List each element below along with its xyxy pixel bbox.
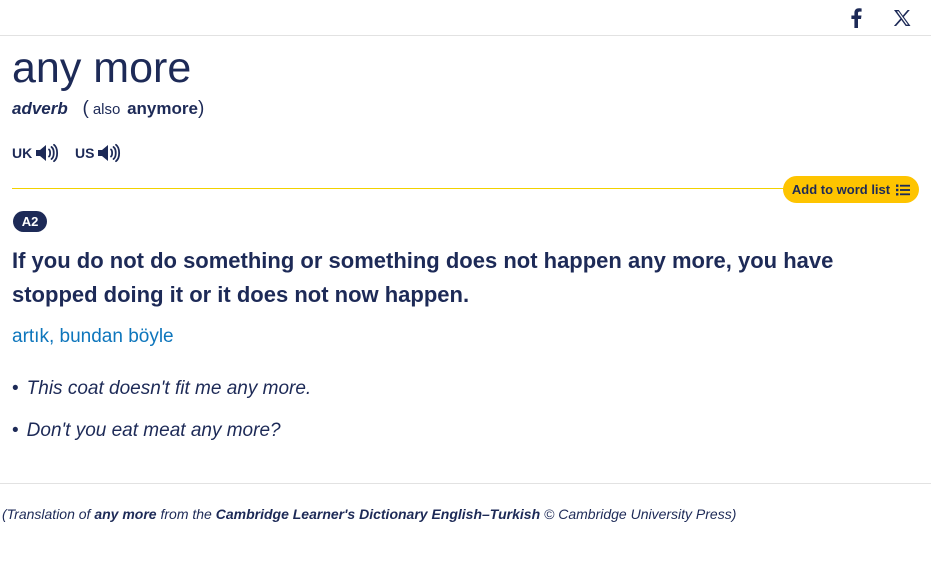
credit-open: (Translation of [2, 506, 95, 522]
facebook-icon [851, 8, 862, 28]
add-to-word-list-button[interactable]: Add to word list [783, 176, 919, 203]
headword: any more [12, 44, 192, 92]
us-pronunciation-button[interactable]: US [75, 141, 121, 165]
example-sentence: • Don't you eat meat any more? [12, 419, 281, 443]
bullet: • [12, 378, 19, 399]
example-sentence: • This coat doesn't fit me any more. [12, 377, 311, 401]
speaker-icon [36, 143, 59, 163]
translation-credit: (Translation of any more from the Cambri… [2, 505, 736, 523]
x-twitter-icon [893, 10, 911, 26]
cefr-level-badge: A2 [13, 211, 47, 232]
credit-term: any more [94, 506, 157, 522]
facebook-share-button[interactable] [844, 6, 868, 30]
add-to-word-list-label: Add to word list [791, 182, 891, 197]
credit-copyright: © Cambridge University Press) [540, 506, 737, 522]
example-text: This coat doesn't fit me any more. [26, 378, 312, 399]
footer-divider [0, 483, 931, 484]
uk-label: UK [12, 145, 33, 161]
also-label: also [92, 101, 121, 118]
uk-pronunciation-button[interactable]: UK [12, 141, 59, 165]
definition-text: If you do not do something or something … [12, 248, 834, 307]
part-of-speech: adverb [12, 99, 68, 118]
list-icon [896, 184, 911, 195]
us-label: US [75, 145, 95, 161]
translation-text: artık, bundan böyle [12, 326, 174, 347]
example-text: Don't you eat meat any more? [26, 420, 281, 441]
sense-divider [12, 188, 787, 189]
credit-mid: from the [156, 506, 216, 522]
speaker-icon [98, 143, 121, 163]
credit-source: Cambridge Learner's Dictionary English–T… [215, 506, 541, 522]
paren-open: ( [82, 98, 89, 119]
alternative-form[interactable]: anymore [127, 99, 198, 118]
paren-close: ) [197, 98, 205, 119]
share-bar [0, 0, 931, 36]
part-of-speech-line: adverb (also anymore) [12, 98, 204, 121]
bullet: • [12, 420, 19, 441]
x-share-button[interactable] [890, 6, 914, 30]
